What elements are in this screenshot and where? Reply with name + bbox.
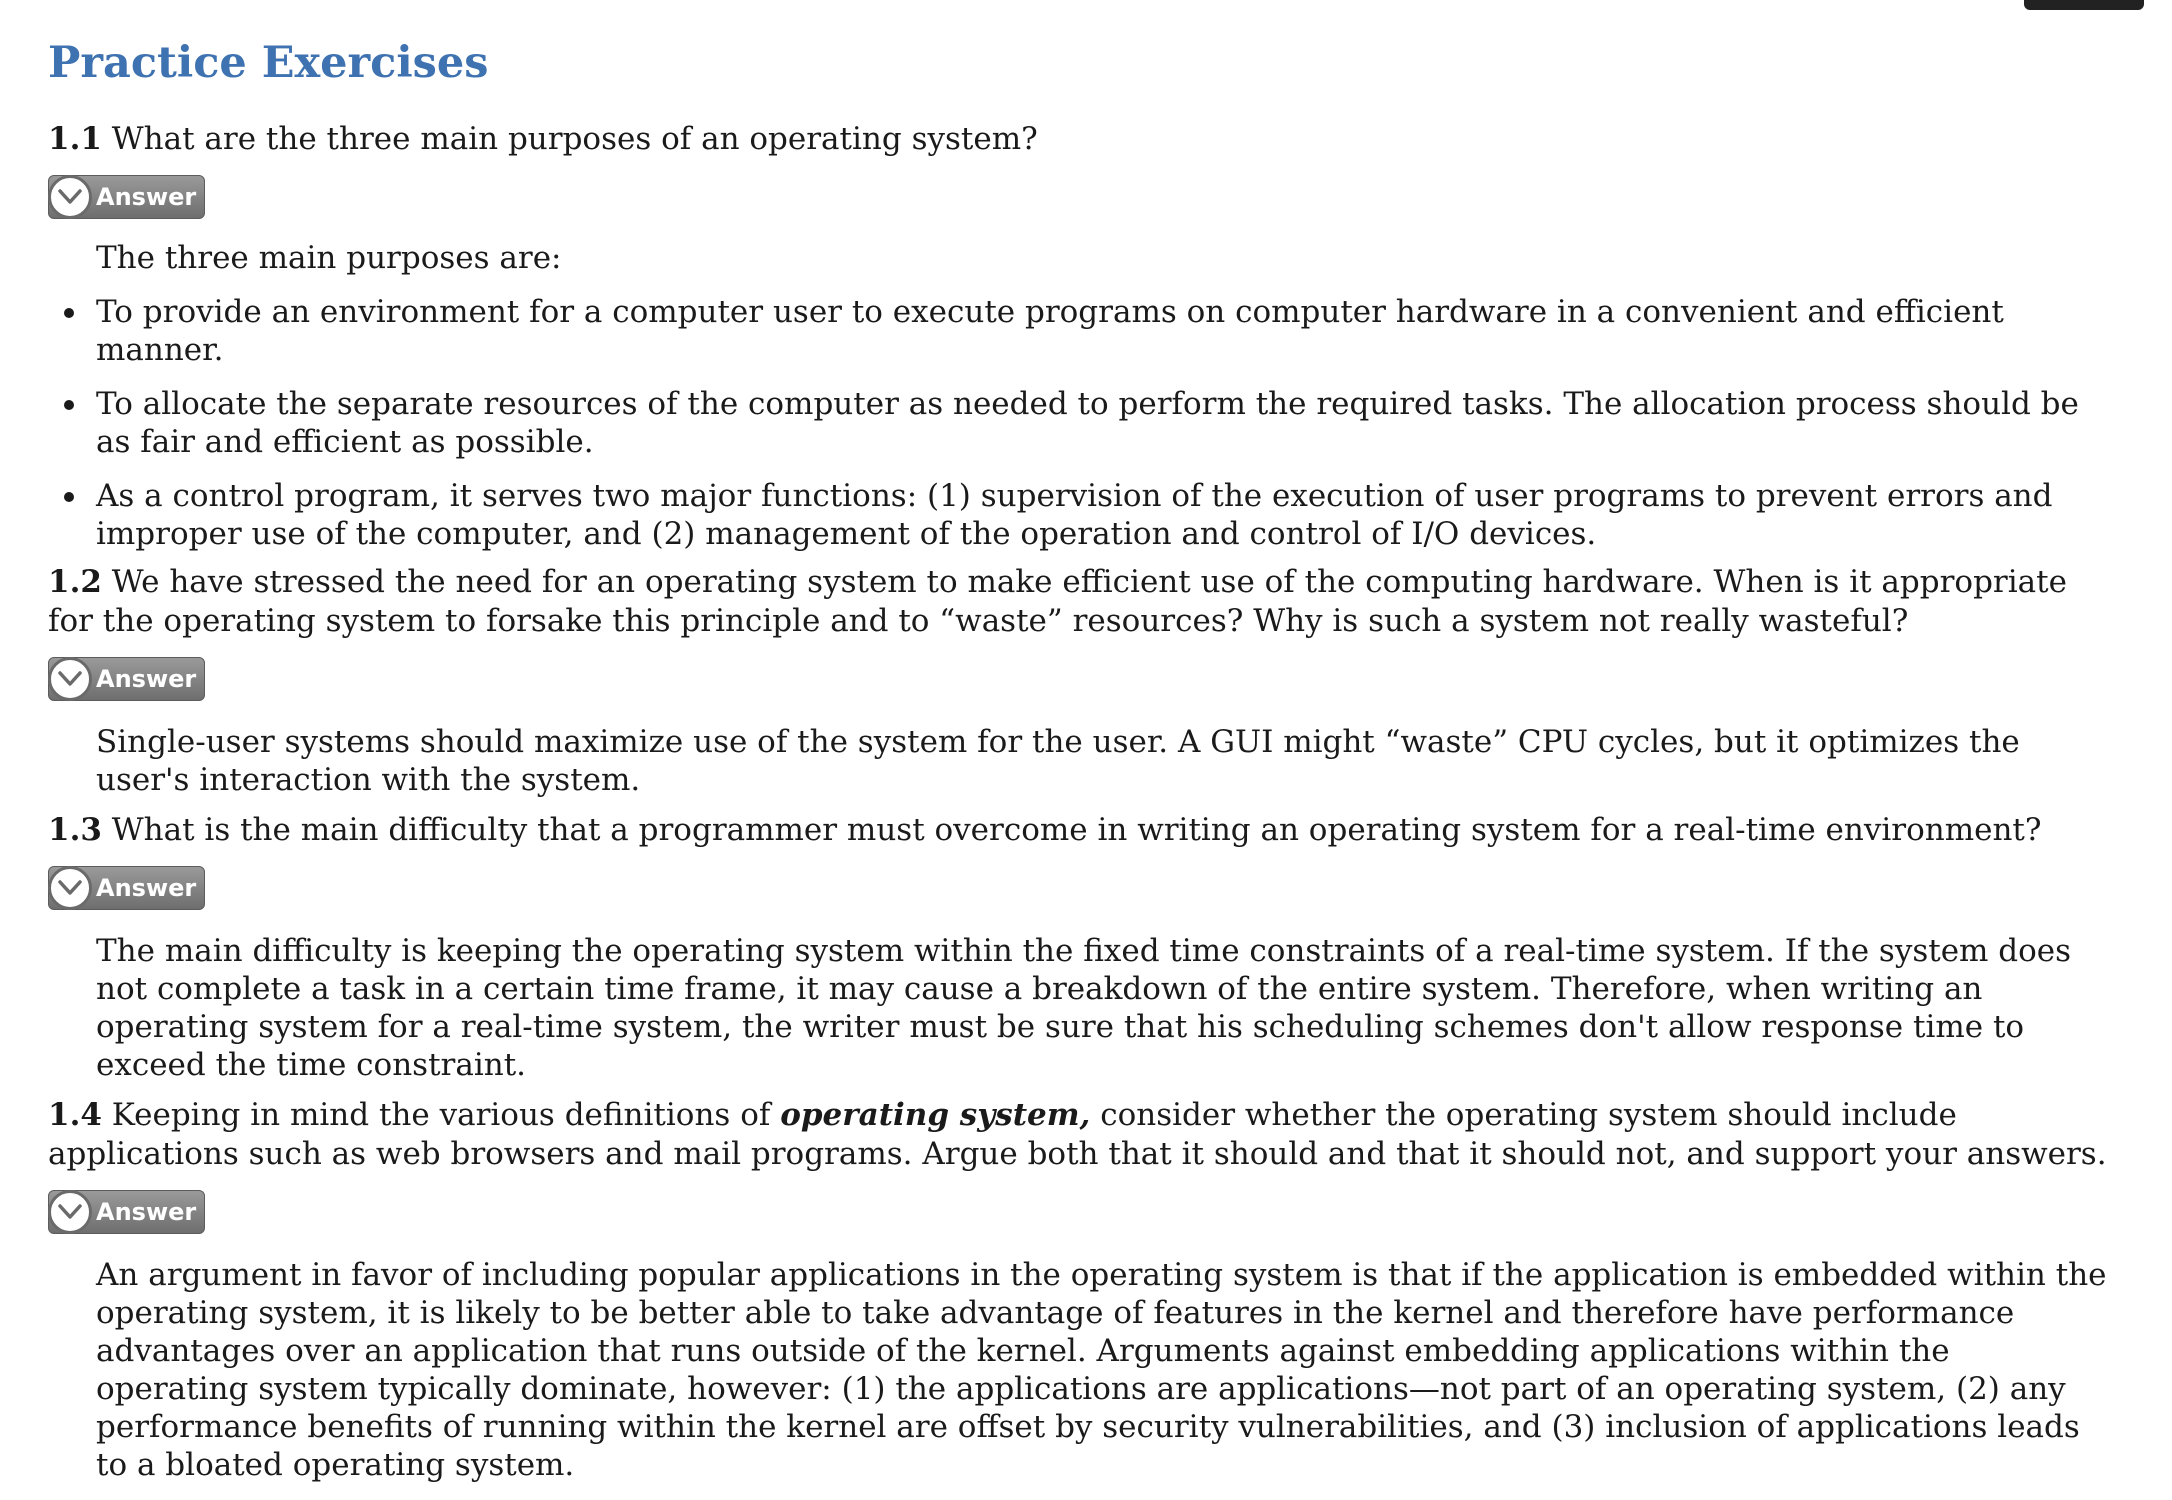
answer-content: The three main purposes are:	[48, 239, 2108, 277]
answer-label: Answer	[96, 183, 197, 211]
answer-label: Answer	[96, 1198, 197, 1226]
answer-intro: The three main purposes are:	[96, 240, 562, 276]
answer-text: An argument in favor of including popula…	[96, 1257, 2107, 1483]
answer-toggle-button[interactable]: Answer	[48, 866, 206, 910]
chevron-down-circle-icon	[48, 175, 92, 219]
question-number: 1.3	[48, 812, 102, 848]
list-item: As a control program, it serves two majo…	[64, 477, 2108, 553]
answer-content: Single-user systems should maximize use …	[48, 723, 2108, 799]
answer-list: To provide an environment for a computer…	[48, 293, 2108, 553]
question-text: 1.1 What are the three main purposes of …	[48, 120, 2108, 159]
main-content: Practice Exercises 1.1 What are the thre…	[48, 20, 2108, 1500]
chevron-down-circle-icon	[48, 1190, 92, 1234]
answer-label: Answer	[96, 874, 197, 902]
question-text: 1.4 Keeping in mind the various definiti…	[48, 1096, 2108, 1174]
question-number: 1.1	[48, 121, 102, 157]
question-text: 1.2 We have stressed the need for an ope…	[48, 563, 2108, 641]
question-body: Keeping in mind the various definitions …	[48, 1097, 2107, 1172]
exercise-1-4: 1.4 Keeping in mind the various definiti…	[48, 1096, 2108, 1484]
answer-text: The main difficulty is keeping the opera…	[96, 933, 2072, 1083]
page-title: Practice Exercises	[48, 38, 489, 88]
answer-toggle-button[interactable]: Answer	[48, 175, 206, 219]
question-number: 1.4	[48, 1097, 102, 1133]
question-number: 1.2	[48, 564, 102, 600]
answer-content: The main difficulty is keeping the opera…	[48, 932, 2108, 1084]
top-tab	[2024, 0, 2144, 10]
question-body: What is the main difficulty that a progr…	[111, 812, 2042, 848]
answer-toggle-button[interactable]: Answer	[48, 1190, 206, 1234]
exercise-1-3: 1.3 What is the main difficulty that a p…	[48, 811, 2108, 1084]
chevron-down-circle-icon	[48, 657, 92, 701]
question-text-before: Keeping in mind the various definitions …	[111, 1097, 771, 1133]
exercise-1-2: 1.2 We have stressed the need for an ope…	[48, 563, 2108, 799]
answer-text: Single-user systems should maximize use …	[96, 724, 2020, 798]
question-emphasis: operating system,	[780, 1097, 1091, 1133]
answer-label: Answer	[96, 665, 197, 693]
question-text: 1.3 What is the main difficulty that a p…	[48, 811, 2108, 850]
list-item: To allocate the separate resources of th…	[64, 385, 2108, 461]
chevron-down-circle-icon	[48, 866, 92, 910]
question-body: What are the three main purposes of an o…	[111, 121, 1038, 157]
question-body: We have stressed the need for an operati…	[48, 564, 2067, 639]
answer-content: An argument in favor of including popula…	[48, 1256, 2108, 1484]
exercise-1-1: 1.1 What are the three main purposes of …	[48, 120, 2108, 553]
list-item: To provide an environment for a computer…	[64, 293, 2108, 369]
answer-toggle-button[interactable]: Answer	[48, 657, 206, 701]
